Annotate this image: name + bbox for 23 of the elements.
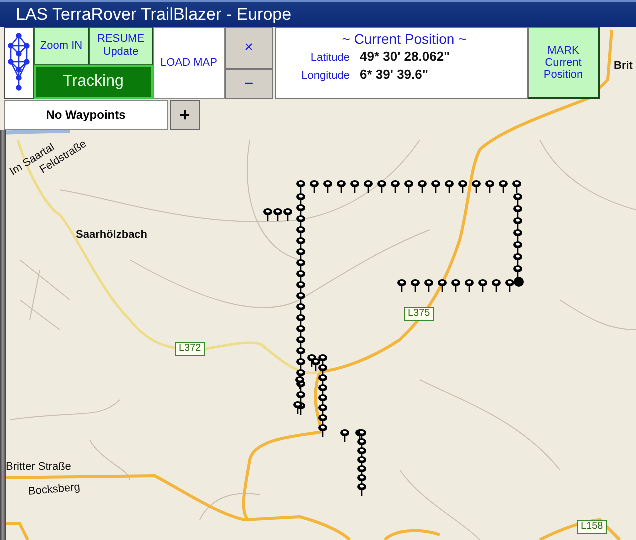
minimize-button[interactable]: – bbox=[225, 68, 273, 99]
latitude-label: Latitude bbox=[310, 52, 350, 64]
town-label: Saarhölzbach bbox=[76, 229, 148, 241]
close-button[interactable]: × bbox=[225, 27, 273, 69]
load-map-button[interactable]: LOAD MAP bbox=[153, 27, 225, 99]
longitude-value: 6* 39' 39.6" bbox=[360, 67, 429, 82]
logo-icon[interactable] bbox=[4, 27, 34, 99]
window-title: LAS TerraRover TrailBlazer - Europe bbox=[16, 4, 292, 24]
town-label: Brit bbox=[614, 60, 633, 72]
street-label: Britter Straße bbox=[6, 461, 72, 473]
road-number-sign: L372 bbox=[175, 342, 206, 356]
road-number-sign: L375 bbox=[404, 307, 434, 321]
road-number-sign: L158 bbox=[577, 520, 608, 534]
street-label: Bocksberg bbox=[28, 481, 81, 498]
tracking-button[interactable]: Tracking bbox=[34, 65, 153, 99]
latitude-value: 49* 30' 28.062" bbox=[360, 49, 450, 64]
mark-position-button[interactable]: MARK Current Position bbox=[528, 27, 600, 99]
zoom-in-button[interactable]: Zoom IN bbox=[34, 27, 89, 65]
panel-heading: ~ Current Position ~ bbox=[341, 31, 468, 47]
waypoint-dropdown[interactable]: No Waypoints bbox=[4, 100, 168, 130]
resume-update-button[interactable]: RESUME Update bbox=[89, 27, 153, 65]
add-waypoint-button[interactable]: + bbox=[170, 100, 200, 130]
longitude-label: Longitude bbox=[300, 70, 350, 82]
